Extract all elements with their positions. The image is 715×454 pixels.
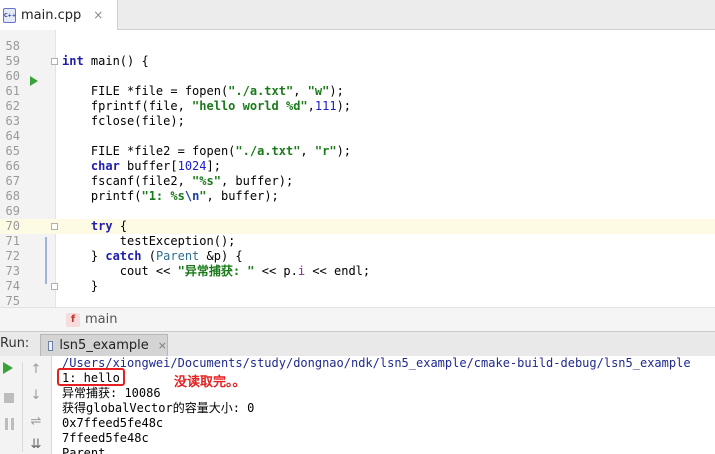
line-number: 67 bbox=[5, 174, 20, 188]
line-number: 65 bbox=[5, 144, 20, 158]
fold-marker-catch-end[interactable] bbox=[51, 283, 58, 290]
fold-marker-try[interactable] bbox=[51, 223, 58, 230]
run-panel-label: Run: bbox=[0, 336, 30, 351]
code-line[interactable]: 71 testException(); bbox=[0, 234, 715, 249]
breadcrumb: f main bbox=[0, 307, 715, 331]
code-text: fclose(file); bbox=[62, 114, 185, 128]
breadcrumb-function-main[interactable]: main bbox=[85, 312, 117, 327]
line-number: 71 bbox=[5, 234, 20, 248]
editor-tab-main-cpp[interactable]: C++ main.cpp × bbox=[0, 0, 118, 30]
close-tab-icon[interactable]: × bbox=[93, 8, 103, 22]
code-line[interactable]: 59 int main() { bbox=[0, 54, 715, 69]
console-line-exception: 异常捕获: 10086 bbox=[62, 386, 161, 400]
code-line[interactable]: 73 cout << "异常捕获: " << p.i << endl; bbox=[0, 264, 715, 279]
line-number: 70 bbox=[5, 219, 20, 233]
code-text: cout << "异常捕获: " << p.i << endl; bbox=[62, 264, 371, 278]
code-editor[interactable]: 58 59 int main() { 60 61 FILE *file = fopen(… bbox=[0, 30, 715, 308]
arrow-down-icon[interactable]: ↓ bbox=[27, 387, 45, 405]
line-number: 60 bbox=[5, 69, 20, 83]
line-number: 68 bbox=[5, 189, 20, 203]
code-text: printf("1: %s\n", buffer); bbox=[62, 189, 279, 203]
editor-tab-label: main.cpp bbox=[21, 7, 82, 23]
code-line[interactable]: 58 bbox=[0, 39, 715, 54]
code-text: try { bbox=[90, 219, 128, 233]
code-text: } bbox=[62, 279, 99, 293]
editor-tab-bar: C++ main.cpp × bbox=[0, 0, 715, 30]
line-number: 62 bbox=[5, 99, 20, 113]
line-number: 58 bbox=[5, 39, 20, 53]
run-toolbar: ↑ ↓ ⇌ ⇊ bbox=[0, 356, 52, 454]
console-icon bbox=[48, 340, 54, 351]
code-line[interactable]: 65 FILE *file2 = fopen("./a.txt", "r"); bbox=[0, 144, 715, 159]
code-text: char buffer[1024]; bbox=[90, 159, 221, 173]
line-number: 66 bbox=[5, 159, 20, 173]
run-tab-label: lsn5_example bbox=[59, 338, 149, 353]
line-number: 72 bbox=[5, 249, 20, 263]
arrow-up-icon[interactable]: ↑ bbox=[27, 361, 45, 379]
close-run-tab-icon[interactable]: × bbox=[158, 339, 167, 352]
code-line[interactable]: 64 bbox=[0, 129, 715, 144]
code-line[interactable]: 69 bbox=[0, 204, 715, 219]
code-text: int main() { bbox=[62, 54, 149, 68]
run-tab-lsn5-example[interactable]: lsn5_example × bbox=[40, 334, 168, 356]
code-text: FILE *file = fopen("./a.txt", "w"); bbox=[62, 84, 344, 98]
code-text: FILE *file2 = fopen("./a.txt", "r"); bbox=[62, 144, 352, 158]
code-line[interactable]: 67 fscanf(file2, "%s", buffer); bbox=[0, 174, 715, 189]
code-text: testException(); bbox=[62, 234, 236, 248]
fold-marker-main[interactable] bbox=[51, 58, 58, 65]
code-line[interactable]: 70 try { bbox=[0, 219, 715, 234]
line-number: 64 bbox=[5, 129, 20, 143]
function-icon: f bbox=[66, 312, 80, 327]
console-line-parent: Parent bbox=[62, 446, 106, 454]
line-number: 73 bbox=[5, 264, 20, 278]
code-line[interactable]: 63 fclose(file); bbox=[0, 114, 715, 129]
rerun-icon[interactable] bbox=[3, 362, 13, 374]
code-line[interactable]: 66 char buffer[1024]; bbox=[0, 159, 715, 174]
code-line[interactable]: 61 FILE *file = fopen("./a.txt", "w"); bbox=[0, 84, 715, 99]
code-text: fscanf(file2, "%s", buffer); bbox=[62, 174, 294, 188]
code-text: fprintf(file, "hello world %d",111); bbox=[62, 99, 352, 113]
run-tool-window-header: Run: lsn5_example × bbox=[0, 331, 715, 356]
line-number: 74 bbox=[5, 279, 20, 293]
console-line-path: /Users/xiongwei/Documents/study/dongnao/… bbox=[62, 356, 691, 370]
stop-icon[interactable] bbox=[4, 393, 14, 403]
annotation-note: 没读取完。。 bbox=[174, 375, 246, 390]
line-number: 69 bbox=[5, 204, 20, 218]
console-output[interactable]: /Users/xiongwei/Documents/study/dongnao/… bbox=[52, 356, 715, 454]
highlight-box bbox=[57, 368, 125, 386]
toolbar-separator bbox=[22, 362, 23, 452]
console-line-vector-size: 获得globalVector的容量大小: 0 bbox=[62, 401, 255, 415]
code-line[interactable]: 74 } bbox=[0, 279, 715, 294]
line-number: 59 bbox=[5, 54, 20, 68]
code-text: } catch (Parent &p) { bbox=[62, 249, 243, 263]
code-line[interactable]: 62 fprintf(file, "hello world %d",111); bbox=[0, 99, 715, 114]
code-line[interactable]: 72 } catch (Parent &p) { bbox=[0, 249, 715, 264]
console-line-hex: 7ffeed5fe48c bbox=[62, 431, 149, 445]
code-line[interactable]: 60 bbox=[0, 69, 715, 84]
code-line[interactable]: 68 printf("1: %s\n", buffer); bbox=[0, 189, 715, 204]
line-number: 63 bbox=[5, 114, 20, 128]
scroll-to-end-icon[interactable]: ⇊ bbox=[27, 436, 45, 454]
cpp-file-icon: C++ bbox=[3, 7, 16, 23]
line-number: 61 bbox=[5, 84, 20, 98]
console-line-address: 0x7ffeed5fe48c bbox=[62, 416, 164, 430]
soft-wrap-icon[interactable]: ⇌ bbox=[27, 413, 45, 431]
